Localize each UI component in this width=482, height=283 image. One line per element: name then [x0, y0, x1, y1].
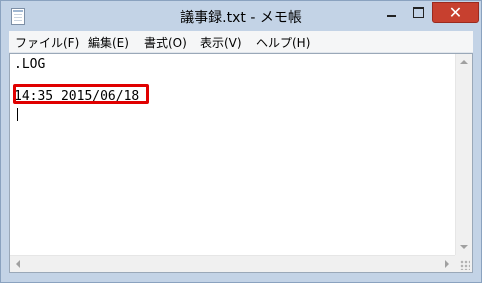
menu-bar: ファイル(F) 編集(E) 書式(O) 表示(V) ヘルプ(H) [9, 31, 473, 53]
scroll-left-icon[interactable] [16, 260, 20, 268]
text-caret [17, 108, 18, 121]
text-line: .LOG [14, 57, 46, 72]
text-line [14, 105, 139, 121]
horizontal-scrollbar[interactable] [10, 255, 455, 272]
scroll-down-icon[interactable] [460, 245, 468, 249]
text-editor[interactable]: .LOG 14:35 2015/06/18 [9, 53, 473, 273]
minimize-icon [386, 15, 396, 17]
menu-file[interactable]: ファイル(F) [15, 34, 79, 51]
scroll-right-icon[interactable] [445, 260, 449, 268]
menu-help[interactable]: ヘルプ(H) [256, 34, 310, 51]
menu-view[interactable]: 表示(V) [200, 34, 242, 51]
grip-icon [460, 260, 470, 270]
maximize-button[interactable] [405, 2, 431, 23]
notepad-window: 議事録.txt - メモ帳 ✕ ファイル(F) 編集(E) 書式(O) 表示(V… [0, 0, 482, 283]
resize-grip[interactable] [455, 255, 472, 272]
menu-format[interactable]: 書式(O) [144, 34, 187, 51]
scroll-up-icon[interactable] [460, 60, 468, 64]
vertical-scrollbar[interactable] [455, 54, 472, 255]
menu-edit[interactable]: 編集(E) [88, 34, 129, 51]
close-icon: ✕ [448, 3, 463, 22]
timestamp-highlight-box [13, 84, 149, 104]
maximize-icon [412, 7, 424, 18]
close-button[interactable]: ✕ [432, 2, 479, 23]
minimize-button[interactable] [378, 2, 404, 23]
title-bar[interactable]: 議事録.txt - メモ帳 ✕ [1, 1, 481, 31]
